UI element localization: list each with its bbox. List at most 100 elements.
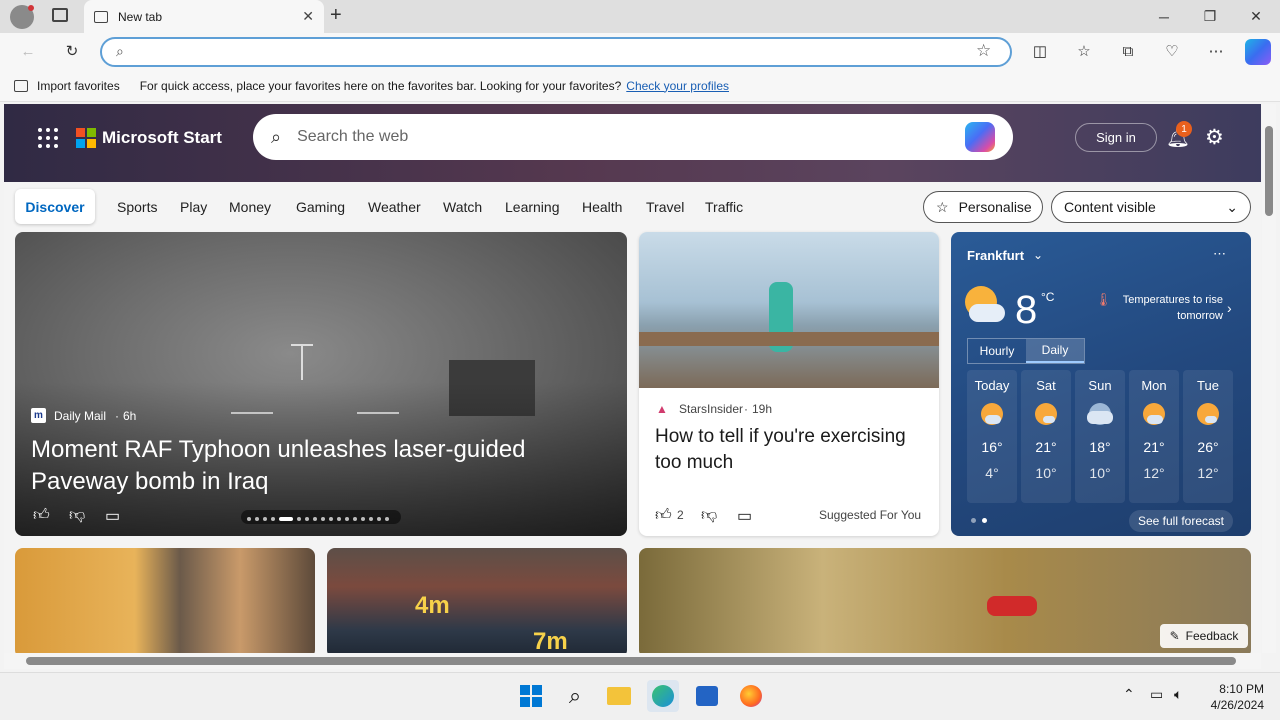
day-high: 16° <box>981 439 1003 455</box>
hero-source[interactable]: Daily Mail <box>54 409 106 423</box>
day-name: Mon <box>1141 378 1167 393</box>
copilot-icon[interactable] <box>1245 39 1271 65</box>
forecast-day-sun[interactable]: Sun 18° 10° <box>1075 370 1125 503</box>
file-explorer-icon[interactable] <box>603 680 635 712</box>
browser-essentials-icon[interactable]: ♡ <box>1156 35 1188 67</box>
day-high: 26° <box>1197 439 1219 455</box>
horizontal-scroll-thumb[interactable] <box>26 657 1236 665</box>
weather-city[interactable]: Frankfurt <box>967 248 1024 263</box>
food-story-card[interactable] <box>15 548 315 653</box>
reticle-top-bar <box>291 344 313 346</box>
content-visibility-dropdown[interactable]: Content visible ⌄ <box>1051 191 1251 223</box>
feedback-button[interactable]: ✎ Feedback <box>1160 624 1248 648</box>
chevron-down-icon: ⌄ <box>1226 198 1238 215</box>
forecast-day-today[interactable]: Today 16° 4° <box>967 370 1017 503</box>
vertical-scroll-thumb[interactable] <box>1265 126 1273 216</box>
search-placeholder: Search the web <box>297 128 409 145</box>
tab-daily[interactable]: Daily <box>1026 339 1084 363</box>
check-profiles-link[interactable]: Check your profiles <box>626 79 729 93</box>
comment-icon[interactable]: ▭ <box>737 506 752 526</box>
sign-in-button[interactable]: Sign in <box>1075 123 1157 152</box>
start-header: Microsoft Start ⌕ Search the web Sign in… <box>4 104 1261 182</box>
weather-note: Temperatures to rise tomorrow <box>1122 294 1223 322</box>
story-dot: · <box>744 402 748 416</box>
address-input[interactable] <box>146 42 926 62</box>
refresh-button[interactable]: ↻ <box>56 35 88 67</box>
nav-travel[interactable]: Travel <box>646 199 684 215</box>
nav-watch[interactable]: Watch <box>443 199 482 215</box>
clock[interactable]: 8:10 PM 4/26/2024 <box>1200 681 1264 713</box>
dislike-icon[interactable]: 👎︎ <box>701 506 717 525</box>
volume-icon[interactable]: 🔈︎ <box>1174 686 1182 703</box>
favorite-star-icon[interactable]: ☆ <box>976 41 991 61</box>
chevron-right-icon[interactable]: › <box>1227 300 1232 316</box>
nav-weather[interactable]: Weather <box>368 199 421 215</box>
network-icon[interactable]: ▭ <box>1150 686 1163 703</box>
weather-more-icon[interactable]: ⋯ <box>1213 246 1226 262</box>
weather-pager-dots[interactable] <box>971 518 987 523</box>
close-tab-icon[interactable]: ✕ <box>302 8 314 25</box>
feedback-label: Feedback <box>1185 629 1239 643</box>
tab-actions-icon[interactable] <box>52 8 68 22</box>
split-screen-icon[interactable]: ◫ <box>1024 35 1056 67</box>
web-search-box[interactable]: ⌕ Search the web <box>253 114 1013 160</box>
start-button[interactable] <box>515 680 547 712</box>
dislike-icon[interactable]: 👎︎ <box>69 506 85 525</box>
city-chevron-down-icon[interactable]: ⌄ <box>1033 248 1043 262</box>
carousel-dots[interactable] <box>241 510 401 524</box>
nav-traffic[interactable]: Traffic <box>705 199 743 215</box>
more-menu-icon[interactable]: ⋯ <box>1200 35 1232 67</box>
horizontal-scrollbar[interactable] <box>4 653 1261 669</box>
favorites-icon[interactable]: ☆ <box>1068 35 1100 67</box>
forecast-tabs: Hourly Daily <box>967 338 1085 364</box>
nav-learning[interactable]: Learning <box>505 199 560 215</box>
forecast-day-mon[interactable]: Mon 21° 12° <box>1129 370 1179 503</box>
tray-chevron-up-icon[interactable]: ⌃ <box>1123 686 1135 703</box>
nav-discover[interactable]: Discover <box>15 189 95 224</box>
nav-sports[interactable]: Sports <box>117 199 157 215</box>
story-card[interactable]: ▲ StarsInsider · 19h How to tell if you'… <box>639 232 939 536</box>
new-tab-button[interactable]: + <box>330 4 342 27</box>
vertical-scrollbar[interactable] <box>1262 104 1276 653</box>
brand-name[interactable]: Microsoft Start <box>102 128 222 148</box>
copilot-icon[interactable] <box>965 122 995 152</box>
story-source[interactable]: StarsInsider <box>679 402 743 416</box>
forecast-day-sat[interactable]: Sat 21° 10° <box>1021 370 1071 503</box>
personalise-button[interactable]: ☆ Personalise <box>923 191 1043 223</box>
address-bar[interactable]: ⌕ ☆ <box>100 37 1012 67</box>
forecast-day-tue[interactable]: Tue 26° 12° <box>1183 370 1233 503</box>
settings-gear-icon[interactable]: ⚙ <box>1205 125 1224 150</box>
import-icon[interactable] <box>14 79 28 92</box>
day-low: 12° <box>1143 465 1165 481</box>
nav-health[interactable]: Health <box>582 199 622 215</box>
personalise-star-icon: ☆ <box>936 198 949 215</box>
tab-hourly[interactable]: Hourly <box>968 339 1026 363</box>
edge-icon[interactable] <box>647 680 679 712</box>
nav-money[interactable]: Money <box>229 199 271 215</box>
nav-gaming[interactable]: Gaming <box>296 199 345 215</box>
collections-icon[interactable]: ⧉ <box>1112 35 1144 67</box>
hero-story-card[interactable]: m Daily Mail · 6h Moment RAF Typhoon unl… <box>15 232 627 536</box>
roof-story-card[interactable]: 4m 7m <box>327 548 627 653</box>
back-button[interactable]: ← <box>12 35 44 67</box>
see-full-forecast-button[interactable]: See full forecast <box>1129 510 1233 532</box>
like-icon[interactable]: 👍︎ <box>33 506 50 525</box>
app-launcher-icon[interactable] <box>38 128 58 148</box>
firefox-icon[interactable] <box>735 680 767 712</box>
store-icon[interactable] <box>691 680 723 712</box>
minimize-button[interactable]: ─ <box>1141 0 1187 33</box>
import-favorites-button[interactable]: Import favorites <box>37 79 120 93</box>
weather-card[interactable]: Frankfurt ⌄ ⋯ 8 °C 🌡︎ Temperatures to ri… <box>951 232 1251 536</box>
comment-icon[interactable]: ▭ <box>105 506 120 526</box>
story-headline[interactable]: How to tell if you're exercising too muc… <box>655 424 925 476</box>
microsoft-logo-icon <box>76 128 96 148</box>
close-window-button[interactable]: ✕ <box>1233 0 1279 33</box>
nav-play[interactable]: Play <box>180 199 207 215</box>
like-icon[interactable]: 👍︎ <box>655 506 672 525</box>
hero-age: 6h <box>123 409 137 423</box>
temp-unit[interactable]: °C <box>1041 290 1054 304</box>
search-icon[interactable]: ⌕ <box>559 680 591 712</box>
hero-headline[interactable]: Moment RAF Typhoon unleashes laser-guide… <box>31 434 591 498</box>
tab-new-tab[interactable]: New tab ✕ <box>84 0 324 33</box>
restore-button[interactable]: ❐ <box>1187 0 1233 33</box>
